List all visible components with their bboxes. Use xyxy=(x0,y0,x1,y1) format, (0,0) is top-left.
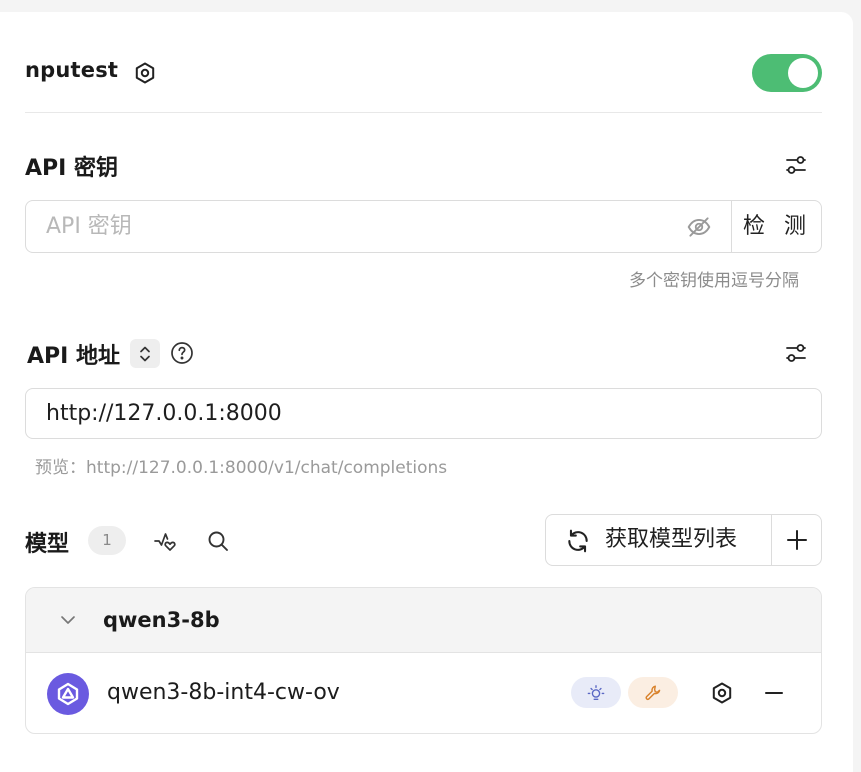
fetch-models-button[interactable]: 获取模型列表 xyxy=(545,514,822,566)
api-key-title: API 密钥 xyxy=(25,156,118,181)
api-key-settings-sliders-icon[interactable] xyxy=(781,150,811,180)
model-settings-gear-icon[interactable] xyxy=(707,678,737,708)
eye-slash-icon[interactable] xyxy=(684,212,714,242)
api-key-input-group: API 密钥 检 测 xyxy=(25,200,822,253)
provider-settings-panel: nputest API 密钥 API 密钥 检 测 多个密钥使用逗号分隔 API… xyxy=(0,12,853,772)
api-host-settings-sliders-icon[interactable] xyxy=(781,338,811,368)
models-title: 模型 xyxy=(25,532,70,557)
refresh-icon xyxy=(564,527,592,555)
qwen-logo-icon xyxy=(47,673,89,715)
model-group-header[interactable]: qwen3-8b xyxy=(26,588,821,653)
model-list-item: qwen3-8b-int4-cw-ov xyxy=(26,653,821,733)
provider-name: nputest xyxy=(25,58,119,82)
chevron-down-icon[interactable] xyxy=(54,606,82,634)
model-group: qwen3-8b qwen3-8b-int4-cw-ov xyxy=(25,587,822,734)
toggle-knob xyxy=(788,58,818,88)
api-host-preview: 预览：http://127.0.0.1:8000/v1/chat/complet… xyxy=(35,458,448,478)
api-host-value[interactable]: http://127.0.0.1:8000 xyxy=(46,389,282,438)
help-question-icon[interactable] xyxy=(167,338,197,368)
api-host-switch-chevrons-icon[interactable] xyxy=(130,339,160,368)
models-count-badge: 1 xyxy=(88,526,126,555)
api-key-input[interactable]: API 密钥 xyxy=(46,201,132,252)
model-group-name: qwen3-8b xyxy=(103,608,220,632)
api-host-input[interactable]: http://127.0.0.1:8000 xyxy=(25,388,822,439)
fetch-models-label: 获取模型列表 xyxy=(605,527,738,552)
api-key-hint: 多个密钥使用逗号分隔 xyxy=(629,271,799,291)
provider-settings-gear-icon[interactable] xyxy=(132,60,158,86)
model-name: qwen3-8b-int4-cw-ov xyxy=(107,680,340,705)
search-icon[interactable] xyxy=(203,526,233,556)
tool-wrench-icon xyxy=(628,677,678,708)
check-key-button[interactable]: 检 测 xyxy=(731,201,823,252)
add-model-plus-icon[interactable] xyxy=(772,515,822,565)
api-host-title: API 地址 xyxy=(27,344,120,369)
health-check-icon[interactable] xyxy=(151,526,181,556)
provider-enable-toggle[interactable] xyxy=(752,54,822,92)
reasoning-icon xyxy=(571,677,621,708)
remove-model-minus-icon[interactable] xyxy=(759,678,789,708)
header-divider xyxy=(25,112,822,113)
